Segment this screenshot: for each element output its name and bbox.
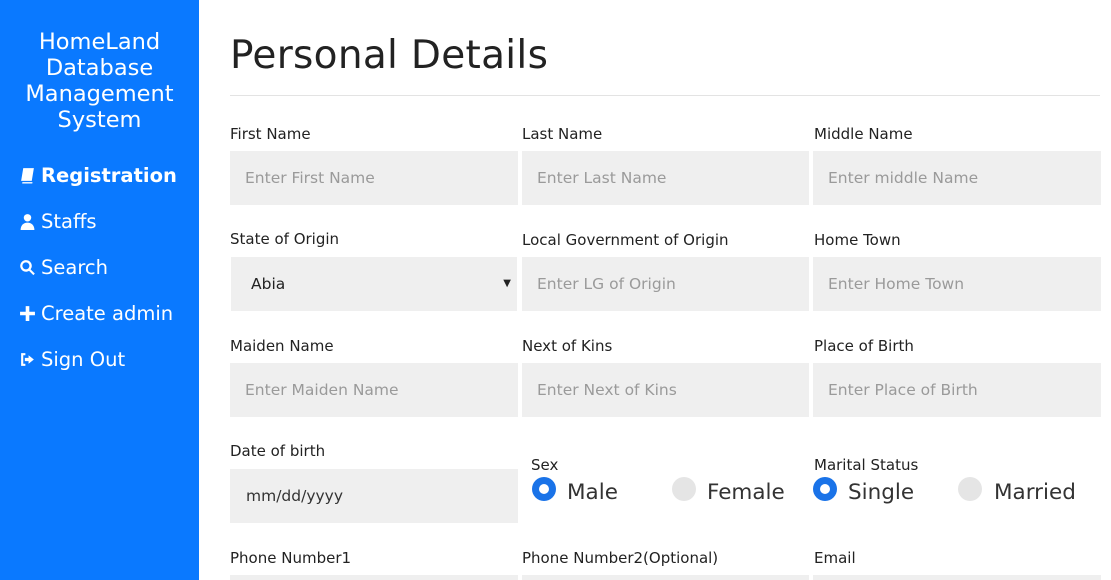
phone2-label: Phone Number2(Optional) bbox=[522, 549, 719, 567]
sex-male-label: Male bbox=[567, 480, 618, 505]
page-title: Personal Details bbox=[230, 33, 549, 78]
sidebar-item-label: Staffs bbox=[41, 209, 97, 233]
plus-icon bbox=[18, 304, 36, 322]
email-label: Email bbox=[814, 549, 856, 567]
marital-married-label: Married bbox=[994, 480, 1076, 505]
lg-of-origin-label: Local Government of Origin bbox=[522, 231, 729, 249]
sidebar-item-label: Sign Out bbox=[41, 347, 126, 371]
state-of-origin-label: State of Origin bbox=[230, 230, 340, 248]
book-icon bbox=[18, 166, 36, 184]
last-name-label: Last Name bbox=[522, 125, 603, 143]
next-of-kins-label: Next of Kins bbox=[522, 337, 613, 355]
sex-female-radio[interactable] bbox=[672, 477, 696, 501]
first-name-label: First Name bbox=[230, 125, 311, 143]
phone2-input[interactable] bbox=[522, 575, 809, 580]
first-name-input[interactable] bbox=[230, 151, 518, 205]
date-of-birth-input[interactable]: mm/dd/yyyy bbox=[230, 469, 518, 523]
home-town-input[interactable] bbox=[813, 257, 1101, 311]
home-town-label: Home Town bbox=[814, 231, 901, 249]
place-of-birth-label: Place of Birth bbox=[814, 337, 914, 355]
phone1-input[interactable] bbox=[230, 575, 518, 580]
state-of-origin-value: Abia bbox=[251, 275, 286, 293]
sidebar-item-label: Create admin bbox=[41, 301, 174, 325]
sex-male-radio[interactable] bbox=[532, 477, 556, 501]
sidebar-item-label: Registration bbox=[41, 163, 177, 187]
sidebar-item-staffs[interactable]: Staffs bbox=[18, 206, 97, 236]
marital-single-label: Single bbox=[848, 480, 915, 505]
place-of-birth-input[interactable] bbox=[813, 363, 1101, 417]
last-name-input[interactable] bbox=[522, 151, 809, 205]
lg-of-origin-input[interactable] bbox=[522, 257, 809, 311]
user-icon bbox=[18, 212, 36, 230]
sex-female-label: Female bbox=[707, 480, 785, 505]
maiden-name-label: Maiden Name bbox=[230, 337, 334, 355]
brand-title: HomeLand Database Management System bbox=[25, 29, 174, 133]
sex-label: Sex bbox=[531, 456, 559, 474]
middle-name-input[interactable] bbox=[813, 151, 1101, 205]
marital-married-radio[interactable] bbox=[958, 477, 982, 501]
sidebar-item-search[interactable]: Search bbox=[18, 252, 108, 282]
marital-status-label: Marital Status bbox=[814, 456, 919, 474]
search-icon bbox=[18, 258, 36, 276]
sidebar: HomeLand Database Management System Regi… bbox=[0, 0, 199, 580]
date-of-birth-placeholder: mm/dd/yyyy bbox=[246, 487, 344, 505]
title-divider bbox=[230, 95, 1100, 96]
sidebar-item-registration[interactable]: Registration bbox=[18, 160, 177, 190]
email-input[interactable] bbox=[813, 575, 1101, 580]
marital-single-radio[interactable] bbox=[813, 477, 837, 501]
sidebar-item-create-admin[interactable]: Create admin bbox=[18, 298, 173, 328]
sidebar-item-sign-out[interactable]: Sign Out bbox=[18, 344, 125, 374]
sidebar-item-label: Search bbox=[41, 255, 108, 279]
middle-name-label: Middle Name bbox=[814, 125, 913, 143]
next-of-kins-input[interactable] bbox=[522, 363, 809, 417]
sign-out-icon bbox=[18, 350, 36, 368]
phone1-label: Phone Number1 bbox=[230, 549, 352, 567]
maiden-name-input[interactable] bbox=[230, 363, 518, 417]
date-of-birth-label: Date of birth bbox=[230, 442, 326, 460]
state-of-origin-select[interactable]: Abia ▼ bbox=[231, 257, 517, 311]
dropdown-arrow-icon: ▼ bbox=[503, 278, 511, 289]
